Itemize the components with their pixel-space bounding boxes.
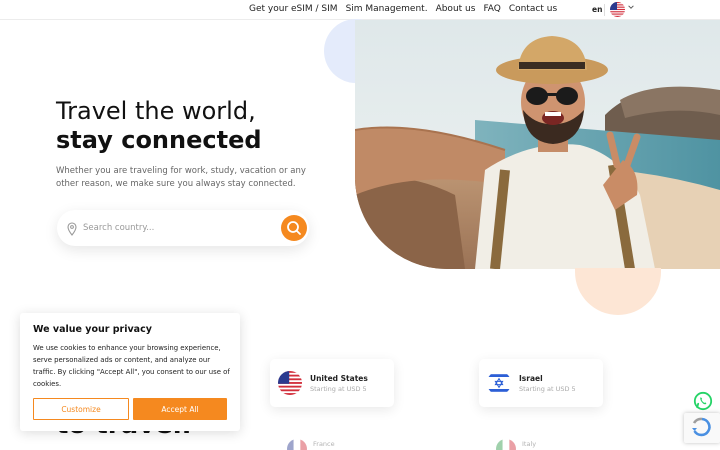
search-button[interactable] (281, 215, 307, 241)
customize-button[interactable]: Customize (33, 398, 129, 420)
chevron-down-icon[interactable] (627, 3, 635, 13)
country-search-bar (57, 210, 309, 246)
country-name: United States (310, 374, 368, 383)
country-card-united-states[interactable]: United States Starting at USD 5 (270, 359, 394, 407)
hero-subtitle: Whether you are traveling for work, stud… (56, 166, 306, 189)
country-price: Starting at USD 5 (310, 385, 367, 393)
country-price: Starting at USD 5 (519, 385, 576, 393)
language-divider (604, 4, 605, 16)
country-name: Italy (522, 440, 537, 448)
nav-about-us[interactable]: About us (436, 4, 476, 14)
hero-title-line1: Travel the world, (56, 97, 256, 125)
accept-all-button[interactable]: Accept All (133, 398, 227, 420)
search-icon (287, 221, 301, 235)
country-name: Israel (519, 374, 543, 383)
flag-italy-icon (496, 439, 516, 450)
location-pin-icon (67, 221, 77, 236)
flag-us-icon (278, 371, 302, 395)
cookie-consent-dialog: We value your privacy We use cookies to … (20, 313, 240, 431)
recaptcha-icon[interactable] (684, 413, 720, 443)
main-nav: Get your eSIM / SIM Sim Management. Abou… (249, 4, 557, 14)
cookie-title: We value your privacy (33, 324, 152, 335)
hero-image (355, 20, 720, 269)
whatsapp-icon[interactable] (693, 391, 713, 411)
decorative-peach-shape (575, 268, 661, 315)
nav-get-esim[interactable]: Get your eSIM / SIM (249, 4, 338, 14)
flag-israel-icon (487, 371, 511, 395)
nav-faq[interactable]: FAQ (483, 4, 500, 14)
flag-us-icon[interactable] (610, 2, 625, 17)
flag-france-icon (287, 439, 307, 450)
hero-title-line2: stay connected (56, 126, 262, 154)
nav-sim-management[interactable]: Sim Management. (346, 4, 428, 14)
country-name: France (313, 440, 335, 448)
top-navigation-bar: Get your eSIM / SIM Sim Management. Abou… (0, 0, 720, 20)
language-code[interactable]: en (592, 5, 602, 14)
nav-contact-us[interactable]: Contact us (509, 4, 557, 14)
country-card-israel[interactable]: Israel Starting at USD 5 (479, 359, 603, 407)
cookie-description: We use cookies to enhance your browsing … (33, 344, 230, 388)
search-input[interactable] (83, 220, 263, 236)
